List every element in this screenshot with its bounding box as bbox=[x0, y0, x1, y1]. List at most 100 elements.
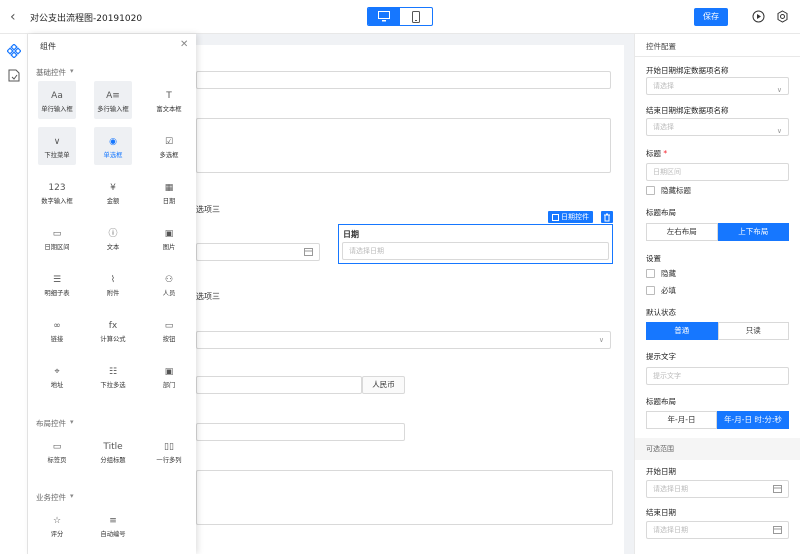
component-item[interactable]: Title 分组标题 bbox=[94, 432, 132, 470]
number-icon: 123 bbox=[48, 183, 66, 193]
phone-icon bbox=[412, 10, 420, 23]
component-group-header[interactable]: 基础控件 bbox=[36, 67, 66, 78]
hint-label: 提示文字 bbox=[646, 352, 676, 361]
date-widget-tag-label: 日期控件 bbox=[561, 213, 589, 221]
component-item-label: 分组标题 bbox=[100, 457, 126, 464]
component-item[interactable]: ☷ 下拉多选 bbox=[94, 357, 132, 395]
start-date-input[interactable]: 请选择日期 bbox=[646, 480, 789, 498]
hide-checkbox[interactable]: 隐藏 bbox=[646, 268, 676, 279]
amount-input-preview[interactable] bbox=[196, 376, 362, 394]
config-title: 控件配置 bbox=[646, 42, 676, 51]
device-toggle bbox=[367, 7, 433, 26]
default-state-toggle: 普通 只读 bbox=[646, 322, 789, 340]
caret-down-icon[interactable]: ▾ bbox=[70, 67, 74, 75]
start-date-placeholder: 请选择日期 bbox=[653, 485, 688, 493]
radio-icon: ◉ bbox=[109, 137, 117, 147]
state-readonly-option[interactable]: 只读 bbox=[717, 322, 789, 340]
component-item[interactable]: ⌇ 附件 bbox=[94, 265, 132, 303]
date-range-input-preview[interactable] bbox=[196, 243, 320, 261]
component-item[interactable]: fx 计算公式 bbox=[94, 311, 132, 349]
image-icon: ▣ bbox=[164, 229, 174, 239]
gear-icon[interactable] bbox=[776, 10, 789, 23]
calendar-icon: ▦ bbox=[164, 183, 174, 193]
input-preview[interactable] bbox=[196, 423, 405, 441]
top-bar: ‹ 对公支出流程图-20191020 保存 bbox=[0, 0, 800, 34]
layout-top-bottom-option[interactable]: 上下布局 bbox=[717, 223, 789, 241]
component-item[interactable]: ▯▯ 一行多列 bbox=[150, 432, 188, 470]
calendar-icon bbox=[773, 526, 782, 534]
hint-input[interactable]: 提示文字 bbox=[646, 367, 789, 385]
component-item-label: 附件 bbox=[106, 290, 120, 297]
date-input[interactable]: 请选择日期 bbox=[342, 242, 609, 260]
component-group-header[interactable]: 布局控件 bbox=[36, 418, 66, 429]
subtable-icon: ☰ bbox=[52, 275, 62, 285]
delete-widget-button[interactable] bbox=[601, 211, 613, 223]
radio-option-label: 选项三 bbox=[196, 292, 220, 301]
component-item[interactable]: A≡ 多行输入框 bbox=[94, 81, 132, 119]
component-item[interactable]: ¥ 金额 bbox=[94, 173, 132, 211]
component-item[interactable]: ☑ 多选框 bbox=[150, 127, 188, 165]
date-field-label: 日期 bbox=[343, 230, 359, 239]
left-rail bbox=[0, 34, 28, 554]
caret-down-icon[interactable]: ▾ bbox=[70, 418, 74, 426]
layout-left-right-option[interactable]: 左右布局 bbox=[646, 223, 718, 241]
date-widget-selected[interactable]: 日期 请选择日期 bbox=[338, 224, 613, 264]
component-item[interactable]: ⚇ 人员 bbox=[150, 265, 188, 303]
form-canvas: 选项三 日期控件 日期 请选择日期 选项三 ∨ 人民币 bbox=[196, 45, 624, 554]
component-item[interactable]: ▭ 日期区间 bbox=[38, 219, 76, 257]
component-item-label: 部门 bbox=[162, 382, 176, 389]
date-widget-tag[interactable]: 日期控件 bbox=[548, 211, 593, 223]
select-preview[interactable]: ∨ bbox=[196, 331, 611, 349]
component-item-label: 单选框 bbox=[103, 152, 123, 159]
end-date-input[interactable]: 请选择日期 bbox=[646, 521, 789, 539]
component-item[interactable]: ▣ 部门 bbox=[150, 357, 188, 395]
title-input[interactable]: 日期区间 bbox=[646, 163, 789, 181]
text-input-preview[interactable] bbox=[196, 71, 611, 89]
desktop-view-button[interactable] bbox=[368, 8, 400, 25]
end-bind-select[interactable]: 请选择 ∨ bbox=[646, 118, 789, 136]
component-item[interactable]: ☰ 明细子表 bbox=[38, 265, 76, 303]
formula-icon: fx bbox=[108, 321, 118, 331]
save-button[interactable]: 保存 bbox=[694, 8, 728, 26]
component-item[interactable]: ⓘ 文本 bbox=[94, 219, 132, 257]
textarea-preview[interactable] bbox=[196, 470, 613, 525]
start-bind-select[interactable]: 请选择 ∨ bbox=[646, 77, 789, 95]
close-icon[interactable]: ✕ bbox=[180, 39, 188, 50]
component-item[interactable]: ▣ 图片 bbox=[150, 219, 188, 257]
caret-down-icon[interactable]: ▾ bbox=[70, 492, 74, 500]
component-item[interactable]: Aa 单行输入框 bbox=[38, 81, 76, 119]
text-input-icon: Aa bbox=[51, 91, 63, 101]
component-item[interactable]: ∞ 链接 bbox=[38, 311, 76, 349]
component-panel: 组件 ✕ 基础控件 ▾ Aa 单行输入框 A≡ 多行输入框 T 富文本框 ∨ 下拉菜单 ◉ 单选框 ☑… bbox=[28, 34, 196, 554]
component-item[interactable]: T 富文本框 bbox=[150, 81, 188, 119]
component-item[interactable]: ▦ 日期 bbox=[150, 173, 188, 211]
arrow-left-icon[interactable]: ‹ bbox=[10, 9, 24, 25]
textarea-preview[interactable] bbox=[196, 118, 611, 173]
components-icon[interactable] bbox=[7, 44, 21, 58]
format-date-option[interactable]: 年-月-日 bbox=[646, 411, 717, 429]
component-item[interactable]: ☆ 评分 bbox=[38, 506, 76, 544]
settings-label: 设置 bbox=[646, 254, 661, 263]
hide-title-checkbox[interactable]: 隐藏标题 bbox=[646, 185, 691, 196]
component-item[interactable]: ⌖ 地址 bbox=[38, 357, 76, 395]
mobile-view-button[interactable] bbox=[400, 8, 432, 25]
info-icon: ⓘ bbox=[108, 229, 118, 239]
state-normal-option[interactable]: 普通 bbox=[646, 322, 718, 340]
page-settings-icon[interactable] bbox=[8, 69, 20, 82]
component-item[interactable]: ≡ 自动编号 bbox=[94, 506, 132, 544]
required-checkbox[interactable]: 必填 bbox=[646, 285, 676, 296]
checkbox-box bbox=[646, 269, 655, 278]
component-item-label: 日期 bbox=[162, 198, 176, 205]
component-item-label: 数字输入框 bbox=[41, 198, 73, 205]
calendar-icon bbox=[552, 213, 559, 221]
component-item[interactable]: 123 数字输入框 bbox=[38, 173, 76, 211]
component-item-label: 日期区间 bbox=[44, 244, 70, 251]
component-item[interactable]: ▭ 标签页 bbox=[38, 432, 76, 470]
component-item[interactable]: ◉ 单选框 bbox=[94, 127, 132, 165]
play-icon[interactable] bbox=[752, 10, 765, 23]
format-datetime-option[interactable]: 年-月-日 时:分:秒 bbox=[717, 411, 789, 429]
component-group-header[interactable]: 业务控件 bbox=[36, 492, 66, 503]
component-item[interactable]: ∨ 下拉菜单 bbox=[38, 127, 76, 165]
component-item-label: 下拉菜单 bbox=[44, 152, 70, 159]
component-item[interactable]: ▭ 按钮 bbox=[150, 311, 188, 349]
